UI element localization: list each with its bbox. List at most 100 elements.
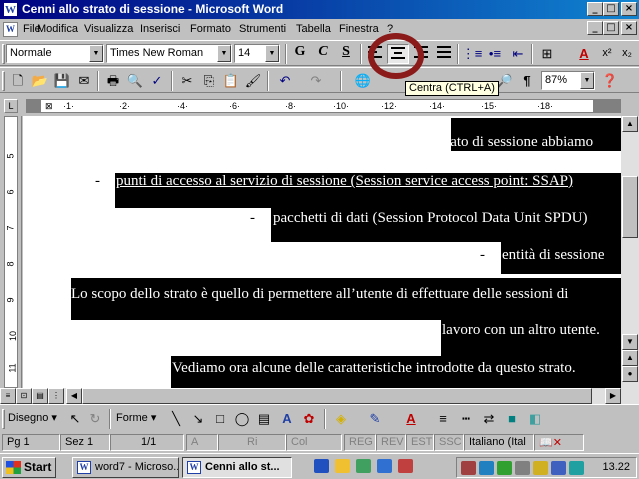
chevron-down-icon[interactable]: ▼ [89, 45, 103, 62]
cut-button[interactable]: ✂ [176, 71, 198, 91]
chevron-down-icon[interactable]: ▼ [580, 72, 594, 89]
oval-button[interactable]: ◯ [231, 409, 253, 429]
chevron-down-icon[interactable]: ▼ [217, 45, 231, 62]
browse-object-button[interactable]: ● [622, 366, 638, 382]
3d-button[interactable]: ◧ [524, 409, 546, 429]
start-button[interactable]: Start [2, 457, 56, 478]
tray-icon[interactable] [551, 461, 566, 475]
scroll-thumb[interactable] [622, 176, 638, 238]
email-button[interactable]: ✉ [73, 71, 95, 91]
print-preview-button[interactable]: 🔍 [124, 71, 146, 91]
format-painter-button[interactable]: 🖌 [242, 71, 264, 91]
normal-view-button[interactable]: ≡ [0, 388, 16, 404]
toolbar-grip[interactable] [2, 409, 5, 429]
document-icon[interactable]: W [3, 22, 18, 37]
zoom-select[interactable]: 87% ▼ [541, 71, 595, 90]
numbering-button[interactable]: ⋮≡ [461, 44, 483, 64]
superscript-button[interactable]: x² [596, 44, 618, 64]
scroll-left-button[interactable]: ◀ [66, 388, 82, 404]
doc-restore-button[interactable]: □ [603, 21, 619, 35]
quicklaunch-icon[interactable] [335, 459, 350, 473]
doc-close-button[interactable]: × [621, 21, 637, 35]
underline-button[interactable]: S [335, 44, 357, 64]
borders-button[interactable]: ⊞ [536, 44, 558, 64]
line-style-button[interactable]: ≡ [432, 409, 454, 429]
tray-icon[interactable] [479, 461, 494, 475]
minimize-button[interactable]: _ [587, 2, 603, 16]
maximize-button[interactable]: □ [603, 2, 619, 16]
clipart-button[interactable]: ✿ [298, 409, 320, 429]
subscript-button[interactable]: x₂ [616, 44, 638, 64]
arrow-button[interactable]: ↘ [187, 409, 209, 429]
style-select[interactable]: Normale ▼ [6, 44, 104, 63]
tab-selector[interactable]: L [4, 99, 18, 113]
text-box-button[interactable]: ▤ [253, 409, 275, 429]
line-button[interactable]: ╲ [165, 409, 187, 429]
menu-finestra[interactable]: Finestra [339, 23, 379, 35]
tray-icon[interactable] [461, 461, 476, 475]
status-rev[interactable]: REV [376, 434, 406, 451]
status-reg[interactable]: REG [344, 434, 376, 451]
taskbar-item-cenni[interactable]: W Cenni allo st... [182, 457, 292, 478]
vertical-scrollbar[interactable]: ▲ ▼ ▲ ● [621, 116, 639, 388]
outline-view-button[interactable]: ⋮ [48, 388, 64, 404]
paragraph-line[interactable]: lavoro con un altro utente. [442, 322, 600, 339]
horizontal-scrollbar[interactable]: ≡ ⊡ ▤ ⋮ ◀ ▶ [0, 388, 639, 404]
paragraph-line[interactable]: punti di accesso al servizio di sessione… [116, 173, 573, 190]
bold-button[interactable]: G [289, 44, 311, 64]
status-language[interactable]: Italiano (Ital [464, 434, 534, 451]
spelling-status-icon[interactable]: 📖✕ [534, 434, 584, 451]
scroll-right-button[interactable]: ▶ [605, 388, 621, 404]
menu-tabella[interactable]: Tabella [296, 23, 331, 35]
indent-marker-icon[interactable]: ⊠ [45, 101, 53, 112]
copy-button[interactable]: ⎘ [198, 71, 220, 91]
bullets-button[interactable]: •≡ [484, 44, 506, 64]
select-objects-button[interactable]: ↖ [64, 409, 86, 429]
tray-icon[interactable] [533, 461, 548, 475]
fill-color-button[interactable]: ◈ [330, 409, 352, 429]
wordart-button[interactable]: A [276, 409, 298, 429]
shadow-button[interactable]: ■ [501, 409, 523, 429]
print-button[interactable]: 🖶 [102, 71, 124, 91]
menu-formato[interactable]: Formato [190, 23, 231, 35]
scroll-down-button[interactable]: ▼ [622, 334, 638, 350]
paragraph-line[interactable]: Vediamo ora alcune delle caratteristiche… [172, 360, 576, 377]
tray-icon[interactable] [515, 461, 530, 475]
quicklaunch-icon[interactable] [377, 459, 392, 473]
menu-inserisci[interactable]: Inserisci [140, 23, 180, 35]
show-hide-button[interactable]: ¶ [516, 71, 538, 91]
doc-minimize-button[interactable]: _ [587, 21, 603, 35]
help-button[interactable]: ❓ [599, 71, 621, 91]
italic-button[interactable]: C [312, 44, 334, 64]
menu-modifica[interactable]: Modifica [37, 23, 78, 35]
paragraph-line[interactable]: Lo scopo dello strato è quello di permet… [71, 286, 568, 303]
web-layout-button[interactable]: ⊡ [16, 388, 32, 404]
tray-icon[interactable] [497, 461, 512, 475]
redo-button[interactable]: ↷ [305, 71, 327, 91]
arrow-style-button[interactable]: ⇄ [478, 409, 500, 429]
new-button[interactable]: 🗋 [7, 71, 29, 91]
quicklaunch-icon[interactable] [356, 459, 371, 473]
quicklaunch-icon[interactable] [398, 459, 413, 473]
rectangle-button[interactable]: □ [209, 409, 231, 429]
paragraph-line[interactable]: pacchetti di dati (Session Protocol Data… [273, 210, 588, 227]
clock[interactable]: 13.22 [602, 461, 630, 473]
chevron-down-icon[interactable]: ▼ [265, 45, 279, 62]
autoshapes-menu-button[interactable]: Forme ▾ [116, 409, 164, 429]
toolbar-grip[interactable] [2, 44, 5, 64]
open-button[interactable]: 📂 [29, 71, 51, 91]
justify-button[interactable] [433, 44, 455, 64]
paste-button[interactable]: 📋 [220, 71, 242, 91]
free-rotate-button[interactable]: ↻ [84, 409, 106, 429]
status-ssc[interactable]: SSC [434, 434, 464, 451]
menu-visualizza[interactable]: Visualizza [84, 23, 133, 35]
taskbar-item-word7[interactable]: W word7 - Microso... [72, 457, 179, 478]
status-est[interactable]: EST [406, 434, 434, 451]
scroll-up-button[interactable]: ▲ [622, 116, 638, 132]
word-app-icon[interactable]: W [3, 2, 18, 17]
speaker-icon[interactable] [569, 461, 584, 475]
menu-strumenti[interactable]: Strumenti [239, 23, 286, 35]
horizontal-ruler[interactable]: ⊠ ·1· ·2· ·4· ·6· ·8· ·10· ·12· ·14· ·15… [26, 99, 621, 113]
toolbar-grip[interactable] [2, 71, 5, 91]
hyperlink-button[interactable]: 🌐 [352, 71, 374, 91]
